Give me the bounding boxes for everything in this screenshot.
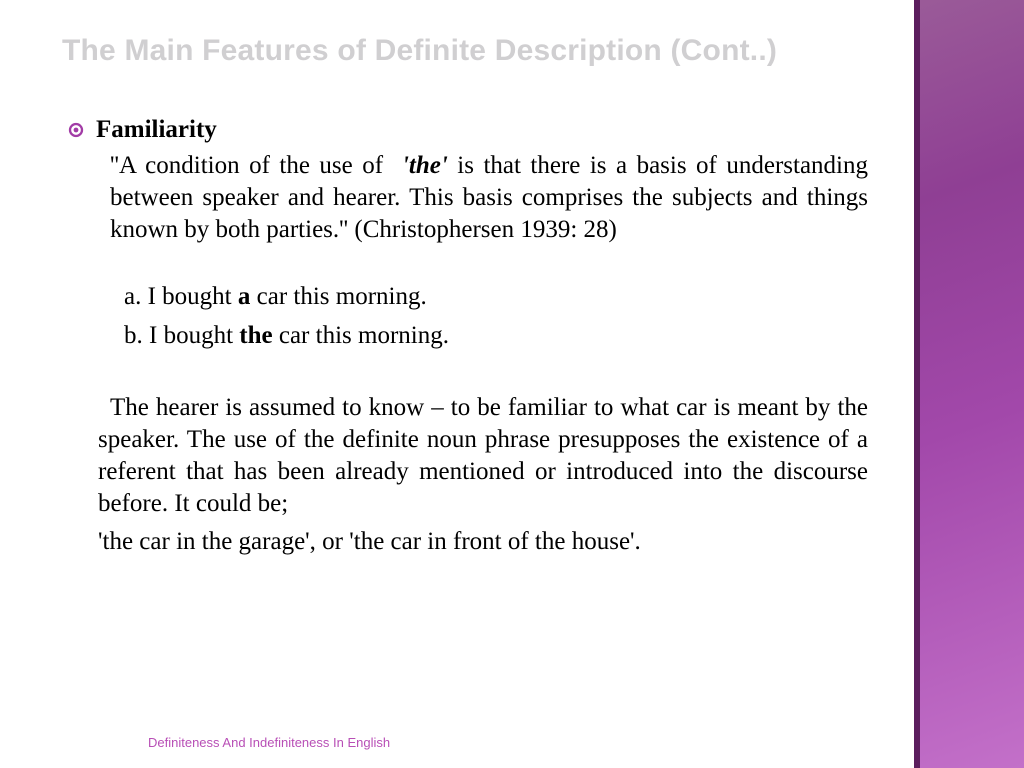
ex-a-post: car this morning.: [250, 283, 426, 310]
decorative-side-bar: [914, 0, 1024, 768]
example-a: a. I bought a car this morning.: [110, 278, 868, 317]
slide-title: The Main Features of Definite Descriptio…: [62, 34, 777, 68]
ex-b-pre: b. I bought: [124, 322, 239, 349]
explanation-text: The hearer is assumed to know – to be fa…: [98, 394, 868, 517]
slide: The Main Features of Definite Descriptio…: [0, 0, 1024, 768]
ex-b-bold: the: [239, 322, 272, 349]
ex-b-post: car this morning.: [273, 322, 449, 349]
footer-text: Definiteness And Indefiniteness In Engli…: [148, 735, 390, 750]
ex-a-pre: a. I bought: [124, 283, 238, 310]
examples-block: a. I bought a car this morning. b. I bou…: [110, 278, 868, 356]
quote-open: ''A condition of the use of: [110, 152, 393, 179]
quote-the: 'the': [402, 152, 448, 179]
closing-line: 'the car in the garage', or 'the car in …: [98, 526, 868, 559]
example-b: b. I bought the car this morning.: [110, 317, 868, 356]
slide-content: Familiarity ''A condition of the use of …: [68, 116, 868, 558]
bullet-heading: Familiarity: [96, 116, 217, 144]
bullet-item: Familiarity: [68, 116, 868, 144]
ex-a-bold: a: [238, 283, 251, 310]
quote-paragraph: ''A condition of the use of 'the' is tha…: [110, 150, 868, 246]
explanation-paragraph: The hearer is assumed to know – to be fa…: [98, 392, 868, 520]
bullet-icon: [68, 122, 84, 138]
